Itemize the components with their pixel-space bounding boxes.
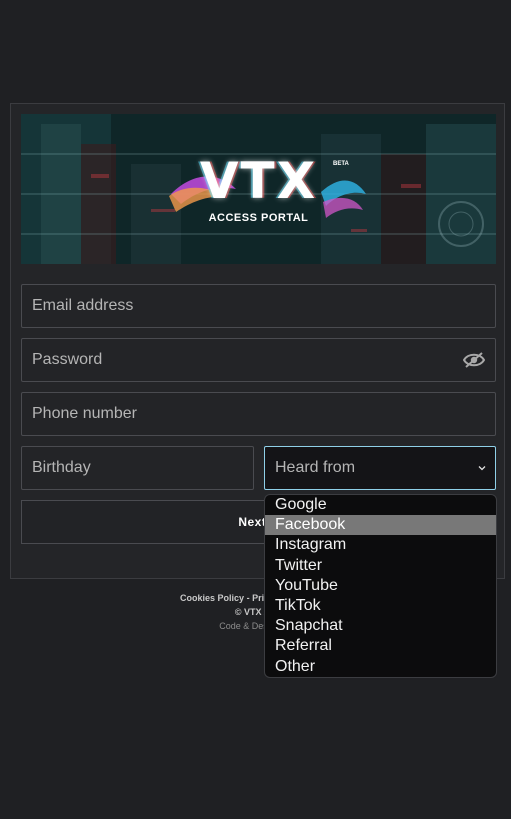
heard-from-select[interactable]: Heard from — [264, 446, 496, 490]
option-instagram[interactable]: Instagram — [265, 535, 496, 555]
option-tiktok[interactable]: TikTok — [265, 596, 496, 616]
footer-separator: - — [244, 593, 253, 603]
heard-from-value: Heard from — [275, 459, 356, 476]
password-field[interactable] — [21, 338, 496, 382]
password-input[interactable] — [32, 339, 455, 381]
chevron-down-icon — [478, 466, 486, 471]
option-referral[interactable]: Referral — [265, 636, 496, 656]
heard-from-dropdown[interactable]: Google Facebook Instagram Twitter YouTub… — [264, 494, 497, 678]
eye-slash-icon[interactable] — [463, 351, 485, 369]
option-snapchat[interactable]: Snapchat — [265, 616, 496, 636]
vtx-logo: VTX — [199, 152, 318, 210]
phone-field[interactable] — [21, 392, 496, 436]
email-input[interactable] — [32, 285, 455, 327]
email-field[interactable] — [21, 284, 496, 328]
option-other[interactable]: Other — [265, 657, 496, 677]
birthday-input[interactable] — [32, 447, 213, 489]
option-youtube[interactable]: YouTube — [265, 576, 496, 596]
logo-trademark: BETA — [333, 161, 349, 167]
birthday-field[interactable] — [21, 446, 254, 490]
cookies-policy-link[interactable]: Cookies Policy — [180, 593, 244, 603]
option-facebook[interactable]: Facebook — [265, 515, 496, 536]
banner-image: VTX BETA ACCESS PORTAL — [21, 114, 496, 264]
phone-input[interactable] — [32, 393, 455, 435]
option-twitter[interactable]: Twitter — [265, 556, 496, 576]
option-google[interactable]: Google — [265, 495, 496, 515]
access-portal-subtitle: ACCESS PORTAL — [208, 212, 309, 224]
